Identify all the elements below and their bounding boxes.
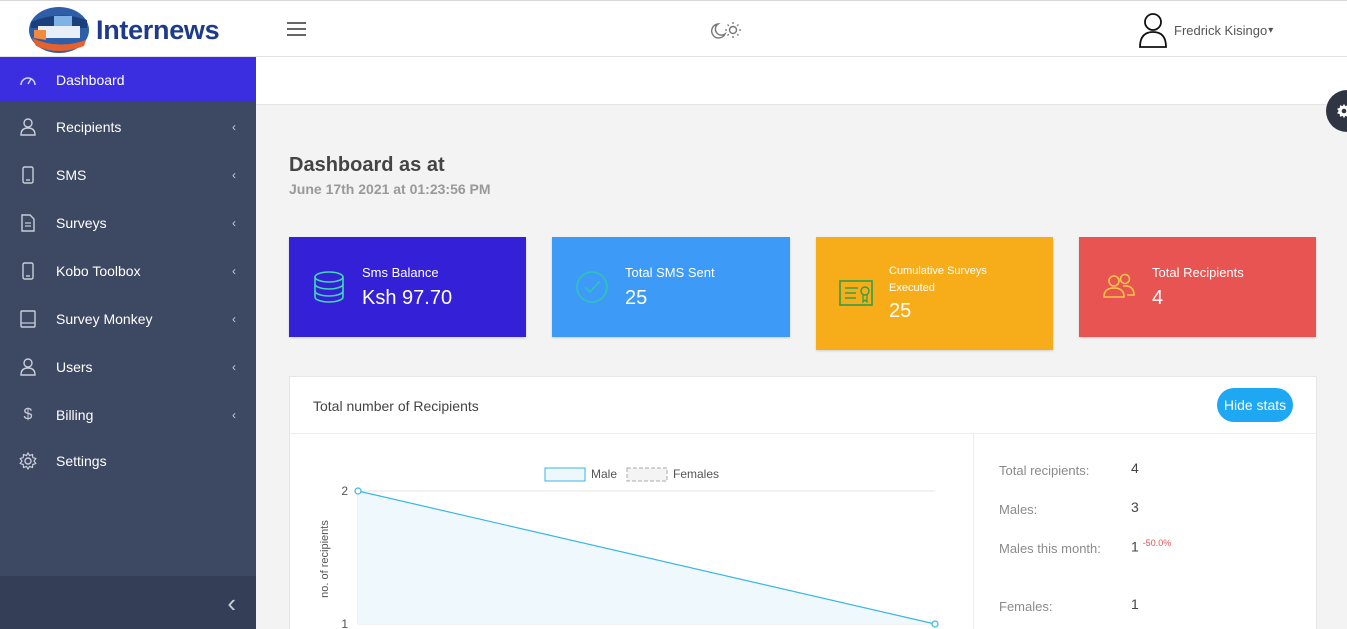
user-menu[interactable]: Fredrick Kisingo ▾ (1138, 11, 1298, 49)
content-header-band (256, 57, 1347, 105)
user-name: Fredrick Kisingo (1174, 22, 1268, 38)
sidebar-item-label: SMS (56, 167, 87, 183)
person-icon (19, 118, 37, 136)
gauge-icon (19, 71, 37, 89)
stat-key: Females: (999, 599, 1053, 614)
database-icon (314, 271, 344, 303)
sidebar-item-billing[interactable]: $ Billing ‹ (0, 391, 256, 439)
book-icon (19, 310, 37, 328)
card-value: Ksh 97.70 (362, 287, 453, 309)
legend-swatch-females[interactable] (626, 467, 668, 482)
chevron-left-icon: ‹ (232, 120, 236, 134)
stat-number: 1 (1131, 538, 1139, 555)
stat-number: 1 (1131, 596, 1139, 612)
sidebar-item-surveys[interactable]: Surveys ‹ (0, 199, 256, 247)
y-tick-label: 1 (341, 617, 348, 629)
card-value: 25 (625, 287, 648, 309)
stat-key: Males: (999, 502, 1038, 517)
brand-name: Internews (96, 14, 220, 45)
sidebar-item-label: Billing (56, 407, 94, 423)
chevron-left-icon: ‹ (232, 360, 236, 374)
card-label: Total Recipients (1152, 265, 1244, 280)
card-label: Sms Balance (362, 265, 439, 280)
y-axis-label: no. of recipients (319, 520, 331, 598)
stat-value: 1 -50.0% (1131, 538, 1171, 555)
line-chart: Male Females no. of recipients 2 1 (319, 467, 939, 629)
stat-key: Males this month: (999, 541, 1101, 556)
card-value: 25 (889, 300, 912, 322)
theme-toggle[interactable] (706, 19, 746, 41)
card-label: Cumulative Surveys Executed (889, 265, 987, 294)
stat-number: 4 (1131, 460, 1139, 476)
stat-card-cumulative-surveys[interactable]: Cumulative Surveys Executed 25 (816, 237, 1053, 350)
legend-swatch-male[interactable] (544, 467, 586, 482)
sidebar-collapse-button[interactable]: ‹ (0, 576, 256, 629)
stat-card-total-recipients[interactable]: Total Recipients 4 (1079, 237, 1316, 337)
sidebar-item-label: Kobo Toolbox (56, 263, 141, 279)
chevron-left-icon: ‹ (232, 408, 236, 422)
chevron-left-icon: ‹ (232, 168, 236, 182)
phone-icon (19, 262, 37, 280)
sidebar-item-label: Dashboard (56, 71, 125, 88)
brand-logo[interactable]: Internews (28, 5, 258, 55)
stat-value: 3 (1131, 499, 1139, 515)
data-point-male (354, 487, 362, 495)
legend-label-females: Females (673, 467, 719, 481)
dollar-icon: $ (23, 406, 33, 423)
phone-icon (19, 166, 37, 184)
sidebar-item-settings[interactable]: Settings (0, 439, 256, 483)
chevron-down-icon: ▾ (1268, 24, 1274, 36)
sidebar-item-recipients[interactable]: Recipients ‹ (0, 103, 256, 151)
users-icon (1103, 273, 1135, 298)
sidebar-item-kobo-toolbox[interactable]: Kobo Toolbox ‹ (0, 247, 256, 295)
sidebar-item-label: Settings (56, 453, 107, 469)
sidebar: Dashboard Recipients ‹ SMS ‹ Surveys ‹ K… (0, 57, 256, 629)
hide-stats-button[interactable]: Hide stats (1217, 388, 1293, 422)
logo-mark (28, 6, 90, 54)
sidebar-item-users[interactable]: Users ‹ (0, 343, 256, 391)
top-bar: Internews Fredrick Kisingo ▾ (0, 0, 1347, 57)
user-avatar-icon (1139, 13, 1167, 48)
data-point-male (931, 620, 939, 628)
chevron-left-icon: ‹ (227, 587, 236, 618)
document-icon (19, 214, 37, 232)
stat-card-sms-balance[interactable]: Sms Balance Ksh 97.70 (289, 237, 526, 337)
panel-title: Total number of Recipients (313, 398, 479, 414)
legend-label-male: Male (591, 467, 617, 481)
recipients-stats-panel: Total number of Recipients Hide stats Ma… (289, 376, 1317, 629)
stat-key: Total recipients: (999, 463, 1090, 478)
card-label: Total SMS Sent (625, 265, 715, 280)
recipients-chart: Male Females no. of recipients 2 1 (290, 434, 974, 629)
hamburger-bar (287, 22, 306, 24)
chevron-left-icon: ‹ (232, 216, 236, 230)
hamburger-bar (287, 34, 306, 36)
panel-header: Total number of Recipients Hide stats (290, 377, 1316, 434)
stat-value: 4 (1131, 460, 1139, 476)
chevron-left-icon: ‹ (232, 264, 236, 278)
hamburger-bar (287, 28, 306, 30)
chevron-left-icon: ‹ (232, 312, 236, 326)
person-icon (19, 358, 37, 376)
stat-card-total-sms-sent[interactable]: Total SMS Sent 25 (552, 237, 790, 337)
sidebar-item-sms[interactable]: SMS ‹ (0, 151, 256, 199)
page-subtitle: June 17th 2021 at 01:23:56 PM (289, 181, 491, 197)
moon-sun-icon (710, 22, 741, 39)
stat-delta-badge: -50.0% (1142, 538, 1172, 548)
sidebar-item-dashboard[interactable]: Dashboard (0, 57, 256, 102)
check-circle-icon (576, 271, 608, 303)
page-title: Dashboard as at (289, 154, 445, 176)
sidebar-item-label: Recipients (56, 119, 122, 135)
gear-icon (1337, 103, 1347, 119)
stat-number: 3 (1131, 499, 1139, 515)
sidebar-item-label: Surveys (56, 215, 107, 231)
gear-icon (19, 452, 37, 470)
card-value: 4 (1152, 287, 1164, 309)
y-tick-label: 2 (341, 484, 348, 498)
menu-toggle-button[interactable] (287, 22, 306, 37)
certificate-icon (839, 280, 873, 306)
sidebar-item-label: Users (56, 359, 93, 375)
sidebar-item-label: Survey Monkey (56, 311, 153, 327)
sidebar-item-survey-monkey[interactable]: Survey Monkey ‹ (0, 295, 256, 343)
stat-value: 1 (1131, 596, 1139, 612)
